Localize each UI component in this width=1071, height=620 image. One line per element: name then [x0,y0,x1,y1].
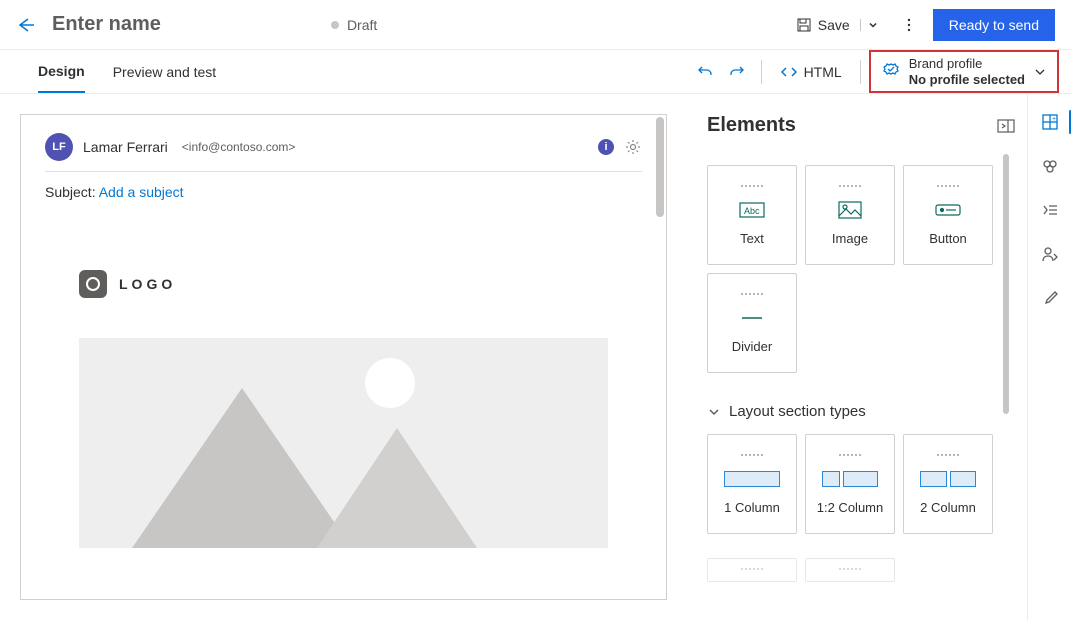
sender-row: LF Lamar Ferrari <info@contoso.com> i [45,133,642,161]
panel-scrollbar[interactable] [1003,154,1009,610]
rail-brush-button[interactable] [1032,278,1068,318]
info-icon[interactable]: i [598,139,614,155]
layout-section-title: Layout section types [729,403,866,420]
tile-button[interactable]: Button [903,165,993,265]
grip-icon [741,454,763,456]
expand-panel-icon[interactable] [997,119,1015,133]
tab-preview[interactable]: Preview and test [113,52,217,92]
divider-icon [738,305,766,331]
chevron-down-icon [1033,65,1047,79]
tile-divider[interactable]: Divider [707,273,797,373]
header-actions: Save Ready to send [790,9,1055,41]
canvas-wrapper: LF Lamar Ferrari <info@contoso.com> i Su… [0,94,687,620]
save-chevron-icon[interactable] [860,19,879,31]
page-title[interactable]: Enter name [52,13,161,36]
logo-block[interactable]: LOGO [79,270,642,298]
tile-1-2-column[interactable]: 1:2 Column [805,434,895,534]
tab-bar-right: HTML Brand profile No profile selected [689,50,1059,93]
svg-text:+: + [1052,116,1056,123]
tile-image[interactable]: Image [805,165,895,265]
chevron-down-icon [707,405,721,419]
grip-icon [741,185,763,187]
status-badge: Draft [331,17,377,33]
header-bar: Enter name Draft Save Ready to send [0,0,1071,50]
rail-audience-button[interactable] [1032,234,1068,274]
gear-icon[interactable] [624,138,642,156]
tile-label: 1 Column [724,500,780,515]
tab-bar: Design Preview and test HTML Brand profi… [0,50,1071,94]
status-dot-icon [331,21,339,29]
separator [860,60,861,84]
grip-icon [937,454,959,456]
save-button[interactable]: Save [790,13,885,37]
image-placeholder[interactable] [79,338,608,548]
button-icon [934,197,962,223]
back-icon[interactable] [16,15,36,35]
brand-profile-label: Brand profile [909,56,1025,72]
element-tiles: Abc Text Image Button Divider [707,165,1015,373]
rail-elements-button[interactable]: + [1032,102,1068,142]
tile-label: Divider [732,339,772,354]
panel-title: Elements [707,114,796,137]
save-label: Save [818,17,850,33]
subject-label: Subject: [45,184,96,200]
layout-2col-icon [920,466,976,492]
text-icon: Abc [737,197,767,223]
more-button[interactable] [893,13,925,37]
tile-1-column[interactable]: 1 Column [707,434,797,534]
grip-icon [937,185,959,187]
grip-icon [839,454,861,456]
logo-icon [79,270,107,298]
tile-layout-more[interactable] [805,558,895,582]
tile-2-column[interactable]: 2 Column [903,434,993,534]
sender-email: <info@contoso.com> [182,140,296,154]
right-rail: + [1027,94,1071,620]
layout-1-2col-icon [822,466,878,492]
grip-icon [741,568,763,570]
tile-label: Image [832,231,868,246]
rail-themes-button[interactable] [1032,146,1068,186]
subject-row: Subject: Add a subject [45,184,642,200]
redo-button[interactable] [721,56,753,88]
logo-text: LOGO [119,276,176,292]
layout-tiles-row2 [707,558,1015,582]
ready-to-send-button[interactable]: Ready to send [933,9,1055,41]
panel-header: Elements [707,114,1015,137]
email-canvas[interactable]: LF Lamar Ferrari <info@contoso.com> i Su… [20,114,667,600]
sender-name: Lamar Ferrari [83,139,168,155]
gear-badge-icon [881,62,901,82]
grip-icon [839,185,861,187]
layout-tiles: 1 Column 1:2 Column 2 Column [707,434,1015,534]
svg-text:Abc: Abc [744,206,760,216]
html-label: HTML [804,64,842,80]
divider [45,171,642,172]
image-icon [837,197,863,223]
elements-panel: Elements Abc Text Image Button [687,94,1027,620]
tile-layout-more[interactable] [707,558,797,582]
undo-button[interactable] [689,56,721,88]
sender-avatar: LF [45,133,73,161]
rail-personalize-button[interactable] [1032,190,1068,230]
sender-actions: i [598,138,642,156]
tile-label: 2 Column [920,500,976,515]
canvas-scrollbar[interactable] [656,117,664,597]
add-subject-link[interactable]: Add a subject [99,184,184,200]
grip-icon [839,568,861,570]
layout-section-header[interactable]: Layout section types [707,403,1015,420]
tab-design[interactable]: Design [38,51,85,93]
tile-label: Text [740,231,764,246]
brand-profile-text: Brand profile No profile selected [909,56,1025,87]
brand-profile-value: No profile selected [909,72,1025,88]
tile-label: 1:2 Column [817,500,883,515]
main-area: LF Lamar Ferrari <info@contoso.com> i Su… [0,94,1071,620]
html-toggle-button[interactable]: HTML [770,63,852,81]
separator [761,60,762,84]
brand-profile-dropdown[interactable]: Brand profile No profile selected [869,50,1059,93]
tile-label: Button [929,231,967,246]
layout-1col-icon [724,466,780,492]
status-label: Draft [347,17,377,33]
tile-text[interactable]: Abc Text [707,165,797,265]
grip-icon [741,293,763,295]
